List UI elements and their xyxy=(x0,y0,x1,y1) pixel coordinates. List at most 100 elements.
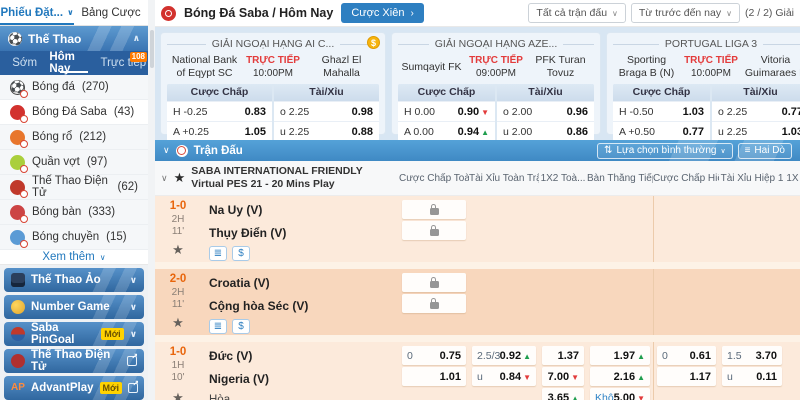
favorite-star-icon[interactable]: ★ xyxy=(174,170,186,186)
match-filter-dropdown[interactable]: Tất cả trận đấu ∨ xyxy=(528,3,625,23)
column-header-next-goal: Bàn Thắng Tiếp... xyxy=(587,173,653,184)
sidebar-item-tennis[interactable]: Quần vợt (97) xyxy=(0,150,148,175)
stats-icon[interactable]: ≣ xyxy=(209,319,227,334)
favorite-star-icon[interactable]: ★ xyxy=(172,242,184,258)
odds-cell[interactable]: 1.5 3.70 xyxy=(722,346,782,365)
sport-count: (15) xyxy=(106,231,126,243)
tab-bet-list[interactable]: Bảng Cược xyxy=(74,0,148,25)
panel-saba-pingoal[interactable]: Saba PinGoal Mới ∨ xyxy=(4,322,144,346)
chevron-right-icon: › xyxy=(410,8,413,19)
odds-cell[interactable]: u 0.11 xyxy=(722,367,782,386)
chevron-down-icon[interactable]: ∨ xyxy=(163,145,170,156)
sport-label: Bóng Đá Saba xyxy=(32,106,107,118)
stats-icon[interactable]: ≣ xyxy=(209,246,227,261)
h1-handicap-column xyxy=(653,269,719,335)
odds-cell[interactable]: Không ... 5.00 xyxy=(590,388,650,400)
panel-advantplay[interactable]: AP AdvantPlay Mới xyxy=(4,376,144,400)
odds-cell[interactable]: 1.97 xyxy=(590,346,650,365)
scrollbar-thumb[interactable] xyxy=(150,30,154,68)
odds-cell[interactable]: A +0.25 1.05 xyxy=(167,121,272,140)
odds-cell[interactable]: u 2.25 1.03 xyxy=(712,121,800,140)
cashout-icon[interactable]: $ xyxy=(232,319,250,334)
odds-cell[interactable]: 1.01 xyxy=(402,367,466,386)
odds-cell[interactable]: 1.17 xyxy=(657,367,716,386)
odds-label: u 2.00 xyxy=(503,126,532,138)
parlay-button-label: Cược Xiên xyxy=(351,7,404,19)
sort-dropdown[interactable]: ⇅ Lựa chọn bình thường ∨ xyxy=(597,143,733,159)
odds-value: 1.97 xyxy=(614,350,635,362)
kickoff-time: 10:00PM xyxy=(691,68,731,79)
odds-cell[interactable]: o 2.25 0.98 xyxy=(274,101,379,121)
odds-value: 1.01 xyxy=(440,371,461,383)
panel-virtual-sports[interactable]: Thế Thao Ảo ∨ xyxy=(4,268,144,292)
locked-odds-cell xyxy=(402,294,466,313)
h1-1x2-column xyxy=(785,269,800,335)
lock-icon xyxy=(430,302,439,309)
odds-cell[interactable]: u 2.25 0.88 xyxy=(274,121,379,140)
league-card-teams: Sumqayit FK TRỰC TIẾP 09:00PM PFK Turan … xyxy=(398,53,594,81)
odds-cell[interactable]: u 2.00 0.86 xyxy=(497,121,594,140)
favorite-star-icon[interactable]: ★ xyxy=(172,390,184,400)
odds-cell[interactable]: u 0.84 xyxy=(472,367,536,386)
sports-subtabs: Sớm Hôm Nay Trực tiếp 108 xyxy=(0,51,148,75)
sidebar: Phiếu Đặt... ∨ Bảng Cược ⚽ Thế Thao ∧ Sớ… xyxy=(0,0,148,400)
match-info: 2-0 2H 11' ★ xyxy=(155,269,201,335)
away-team-name: Vitoria Guimaraes B xyxy=(742,54,800,79)
sidebar-item-basketball[interactable]: Bóng rổ (212) xyxy=(0,125,148,150)
next-goal-column xyxy=(587,196,653,262)
away-team-name: PFK Turan Tovuz xyxy=(527,54,594,79)
sports-section-header[interactable]: ⚽ Thế Thao ∧ xyxy=(0,26,148,51)
h1-1x2-column xyxy=(785,196,800,262)
odds-cell[interactable]: 3.65 xyxy=(542,388,584,400)
odds-cell[interactable]: 0 0.61 xyxy=(657,346,716,365)
time-filter-label: Từ trước đến nay xyxy=(639,7,721,19)
panel-number-game[interactable]: Number Game ∨ xyxy=(4,295,144,319)
sidebar-item-soccer[interactable]: ⚽ Bóng đá (270) xyxy=(0,75,148,100)
row-separator xyxy=(155,262,800,269)
sidebar-item-esports[interactable]: Thế Thao Điện Tử (62) xyxy=(0,175,148,200)
league-section-left[interactable]: ∨ ★ SABA INTERNATIONAL FRIENDLY Virtual … xyxy=(155,165,399,191)
odds-cell[interactable]: H -0.50 1.03 xyxy=(613,101,710,121)
view-mode-button[interactable]: ≡ Hai Dò xyxy=(738,143,792,159)
odds-cell[interactable]: A 0.00 0.94 xyxy=(398,121,495,140)
header-filters: Tất cả trận đấu ∨ Từ trước đến nay ∨ (2 … xyxy=(528,3,794,23)
cashout-icon[interactable]: $ xyxy=(232,246,250,261)
subtab-early[interactable]: Sớm xyxy=(0,51,49,75)
esports-icon xyxy=(10,180,25,195)
subtab-today[interactable]: Hôm Nay xyxy=(49,51,98,75)
odds-cell[interactable]: 0 0.75 xyxy=(402,346,466,365)
odds-cell[interactable]: o 2.00 0.96 xyxy=(497,101,594,121)
odds-cell[interactable]: 7.00 xyxy=(542,367,584,386)
odds-cell[interactable]: o 2.25 0.77 xyxy=(712,101,800,121)
chevron-down-icon: ∨ xyxy=(130,329,137,340)
locked-odds-cell xyxy=(402,200,466,219)
odds-cell[interactable]: H 0.00 0.90 xyxy=(398,101,495,121)
basketball-icon xyxy=(10,130,25,145)
h1-handicap-column xyxy=(653,196,719,262)
sport-count: (97) xyxy=(87,156,107,168)
sidebar-item-volleyball[interactable]: Bóng chuyền (15) xyxy=(0,225,148,250)
sidebar-item-saba-soccer[interactable]: Bóng Đá Saba (43) xyxy=(0,100,148,125)
odds-cell[interactable]: 1.37 xyxy=(542,346,584,365)
ft-handicap-column xyxy=(399,269,469,335)
time-filter-dropdown[interactable]: Từ trước đến nay ∨ xyxy=(631,3,740,23)
column-header-ft-1x2: 1X2 Toà... xyxy=(539,173,587,184)
odds-cell[interactable]: A +0.50 0.77 xyxy=(613,121,710,140)
sidebar-item-table-tennis[interactable]: Bóng bàn (333) xyxy=(0,200,148,225)
odds-label: Không ... xyxy=(595,392,614,400)
panel-esports[interactable]: Thế Thao Điện Tử xyxy=(4,349,144,373)
parlay-button[interactable]: Cược Xiên › xyxy=(341,3,423,23)
odds-cell[interactable]: H -0.25 0.83 xyxy=(167,101,272,121)
tab-bet-slip[interactable]: Phiếu Đặt... ∨ xyxy=(0,0,74,25)
odds-label: A +0.25 xyxy=(173,126,209,138)
league-card: PORTUGAL LIGA 3 Sporting Braga B (N) TRỰ… xyxy=(606,32,800,135)
favorite-star-icon[interactable]: ★ xyxy=(172,315,184,331)
odds-cell[interactable]: 2.16 xyxy=(590,367,650,386)
league-count: (2 / 2) Giải xyxy=(745,7,794,19)
odds-cell[interactable]: 2.5/3 0.92 xyxy=(472,346,536,365)
match-teams: Na Uy (V) Thụy Điển (V) ≣ $ xyxy=(201,196,399,262)
see-more-link[interactable]: Xem thêm ∨ xyxy=(0,250,148,265)
subtab-live[interactable]: Trực tiếp 108 xyxy=(99,51,148,75)
sidebar-scrollbar[interactable] xyxy=(148,0,155,400)
odds-value: 0.61 xyxy=(690,350,711,362)
